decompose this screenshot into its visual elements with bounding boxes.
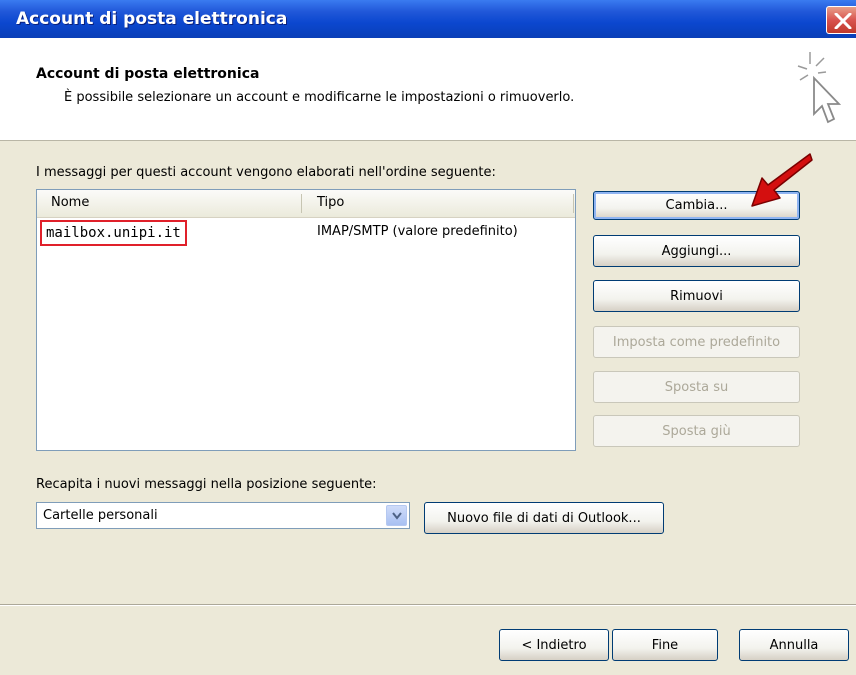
column-header-type[interactable]: Tipo bbox=[317, 195, 344, 210]
new-outlook-data-file-button[interactable]: Nuovo file di dati di Outlook... bbox=[424, 502, 664, 534]
delivery-caption: Recapita i nuovi messaggi nella posizion… bbox=[36, 477, 377, 492]
list-header: Nome Tipo bbox=[37, 190, 575, 218]
remove-button[interactable]: Rimuovi bbox=[593, 280, 800, 312]
column-separator[interactable] bbox=[301, 194, 302, 213]
delivery-location-value: Cartelle personali bbox=[43, 508, 158, 523]
finish-button[interactable]: Fine bbox=[612, 629, 718, 661]
back-button[interactable]: < Indietro bbox=[499, 629, 609, 661]
delivery-location-select[interactable]: Cartelle personali bbox=[36, 502, 410, 529]
account-name-cell: mailbox.unipi.it bbox=[40, 220, 187, 246]
set-default-button[interactable]: Imposta come predefinito bbox=[593, 326, 800, 358]
email-accounts-dialog: Account di posta elettronica Account di … bbox=[0, 0, 856, 675]
wizard-sparkle-cursor-icon bbox=[797, 52, 842, 124]
move-up-button[interactable]: Sposta su bbox=[593, 371, 800, 403]
red-pointer-arrow-icon bbox=[751, 153, 813, 207]
header-description: È possibile selezionare un account e mod… bbox=[64, 90, 575, 105]
add-button[interactable]: Aggiungi... bbox=[593, 235, 800, 267]
window-title: Account di posta elettronica bbox=[16, 9, 288, 29]
accounts-caption: I messaggi per questi account vengono el… bbox=[36, 165, 496, 180]
close-icon bbox=[834, 13, 852, 29]
chevron-down-icon bbox=[392, 512, 402, 520]
footer-divider bbox=[0, 604, 856, 606]
cancel-button[interactable]: Annulla bbox=[739, 629, 849, 661]
account-type-cell: IMAP/SMTP (valore predefinito) bbox=[317, 224, 518, 239]
accounts-list[interactable]: Nome Tipo mailbox.unipi.it IMAP/SMTP (va… bbox=[36, 189, 576, 451]
close-button[interactable] bbox=[826, 6, 856, 34]
wizard-header: Account di posta elettronica È possibile… bbox=[0, 38, 856, 141]
header-title: Account di posta elettronica bbox=[36, 66, 260, 82]
move-down-button[interactable]: Sposta giù bbox=[593, 415, 800, 447]
title-bar[interactable]: Account di posta elettronica bbox=[0, 0, 856, 38]
dropdown-button[interactable] bbox=[386, 505, 407, 526]
column-header-name[interactable]: Nome bbox=[51, 195, 89, 210]
column-separator[interactable] bbox=[573, 194, 574, 213]
